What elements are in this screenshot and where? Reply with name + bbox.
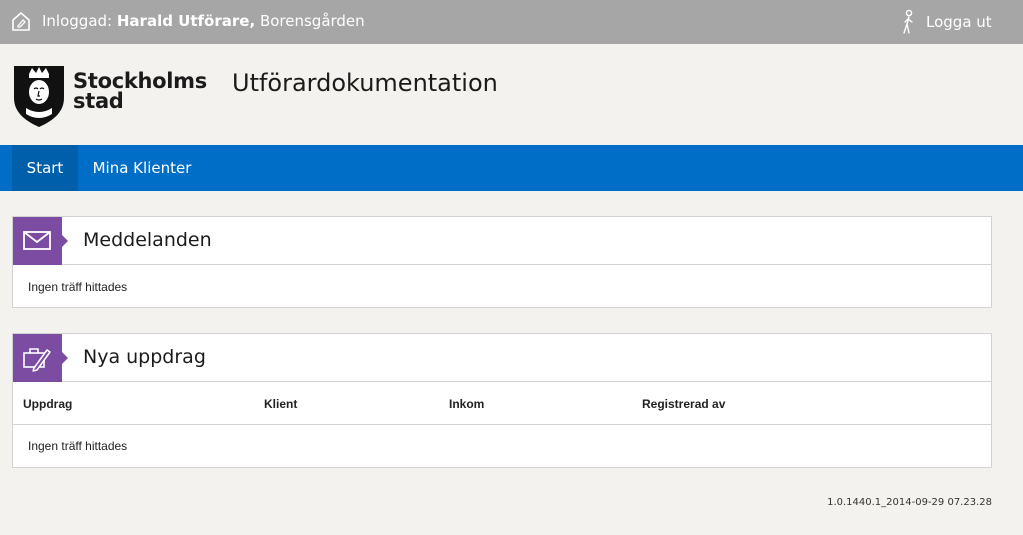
- unit-name: Borensgården: [259, 12, 365, 30]
- logged-in-info: Inloggad: Harald Utförare, Borensgården: [42, 12, 365, 30]
- app-title: Utförardokumentation: [232, 69, 498, 97]
- user-name: Harald Utförare,: [116, 12, 256, 30]
- messages-title: Meddelanden: [83, 229, 212, 251]
- column-header-registrerad-av[interactable]: Registrerad av: [642, 397, 725, 411]
- envelope-icon: [23, 231, 51, 250]
- assignments-panel: Nya uppdrag Uppdrag Klient Inkom Registr…: [12, 333, 992, 468]
- assignments-empty-text: Ingen träff hittades: [28, 439, 128, 453]
- column-header-uppdrag[interactable]: Uppdrag: [23, 397, 72, 411]
- column-header-klient[interactable]: Klient: [264, 397, 297, 411]
- briefcase-pen-icon: [23, 348, 51, 372]
- messages-icon-box: [13, 217, 68, 265]
- logged-in-label: Inloggad:: [42, 12, 113, 30]
- messages-panel-header: Meddelanden: [13, 217, 991, 265]
- messages-panel: Meddelanden Ingen träff hittades: [12, 216, 992, 308]
- table-header-divider: [13, 424, 991, 425]
- logout-label: Logga ut: [926, 13, 992, 31]
- brand-name: Stockholms stad: [73, 69, 207, 113]
- assignments-icon-box: [13, 334, 68, 382]
- version-label: 1.0.1440.1_2014-09-29 07.23.28: [827, 497, 992, 508]
- top-bar: Inloggad: Harald Utförare, Borensgården …: [0, 0, 1023, 44]
- stockholm-crest-icon[interactable]: [12, 64, 66, 128]
- main-nav: Start Mina Klienter: [0, 145, 1023, 191]
- assignments-panel-header: Nya uppdrag: [13, 334, 991, 382]
- home-pen-icon[interactable]: [10, 10, 32, 32]
- person-icon: [903, 9, 913, 34]
- brand-line-2: stad: [73, 89, 124, 113]
- messages-empty-text: Ingen träff hittades: [28, 280, 128, 294]
- column-header-inkom[interactable]: Inkom: [449, 397, 484, 411]
- assignments-title: Nya uppdrag: [83, 346, 206, 368]
- logout-button[interactable]: Logga ut: [900, 8, 992, 36]
- header: Stockholms stad Utförardokumentation: [0, 44, 1023, 145]
- brand-line-1: Stockholms: [73, 69, 207, 93]
- tab-start[interactable]: Start: [12, 145, 78, 191]
- tab-mina-klienter[interactable]: Mina Klienter: [78, 145, 206, 191]
